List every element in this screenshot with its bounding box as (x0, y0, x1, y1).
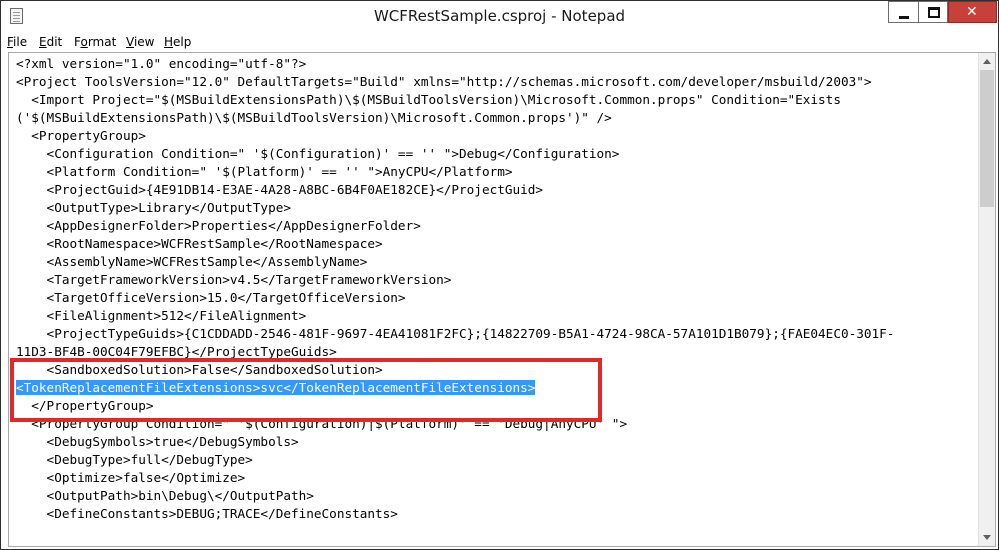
editor-line: <?xml version="1.0" encoding="utf-8"?> (16, 56, 307, 71)
editor-line: <DefineConstants>DEBUG;TRACE</DefineCons… (16, 506, 398, 521)
window-title: WCFRestSample.csproj - Notepad (373, 7, 626, 25)
editor-line: <Configuration Condition=" '$(Configurat… (16, 146, 620, 161)
minimize-icon (899, 16, 909, 19)
editor-line: <Import Project="$(MSBuildExtensionsPath… (16, 92, 841, 107)
menu-edit[interactable]: Edit (39, 35, 62, 49)
close-icon: ✕ (966, 4, 978, 20)
menu-view[interactable]: View (126, 35, 154, 49)
editor-line: <Platform Condition=" '$(Platform)' == '… (16, 164, 513, 179)
menu-bar: File Edit Format View Help (1, 32, 998, 52)
scroll-up-arrow-icon[interactable] (979, 53, 995, 70)
editor-line: <FileAlignment>512</FileAlignment> (16, 308, 307, 323)
editor-line: <Optimize>false</Optimize> (16, 470, 246, 485)
editor-line: <Project ToolsVersion="12.0" DefaultTarg… (16, 74, 872, 89)
notepad-window: WCFRestSample.csproj - Notepad ✕ File Ed… (0, 0, 999, 550)
scrollbar-thumb[interactable] (980, 70, 994, 207)
editor-line: </PropertyGroup> (16, 398, 154, 413)
menu-file[interactable]: File (7, 35, 27, 49)
editor-line: <TargetFrameworkVersion>v4.5</TargetFram… (16, 272, 452, 287)
editor-line: ('$(MSBuildExtensionsPath)\$(MSBuildTool… (16, 110, 612, 125)
editor-line: <AssemblyName>WCFRestSample</AssemblyNam… (16, 254, 368, 269)
menu-help[interactable]: Help (164, 35, 191, 49)
editor-line: <ProjectGuid>{4E91DB14-E3AE-4A28-A8BC-6B… (16, 182, 544, 197)
menu-format[interactable]: Format (74, 35, 116, 49)
editor-line: <RootNamespace>WCFRestSample</RootNamesp… (16, 236, 383, 251)
editor-line: <OutputPath>bin\Debug\</OutputPath> (16, 488, 314, 503)
editor-line: <PropertyGroup Condition=" '$(Configurat… (16, 416, 628, 431)
scroll-down-arrow-icon[interactable] (979, 529, 995, 546)
maximize-button[interactable] (918, 1, 948, 23)
maximize-icon (928, 7, 940, 18)
editor-line: <OutputType>Library</OutputType> (16, 200, 291, 215)
editor-line: <PropertyGroup> (16, 128, 146, 143)
editor-line: <SandboxedSolution>False</SandboxedSolut… (16, 362, 383, 377)
text-editor[interactable]: <?xml version="1.0" encoding="utf-8"?> <… (8, 52, 996, 547)
text-selection: <TokenReplacementFileExtensions>svc</Tok… (16, 380, 536, 395)
editor-line: <DebugType>full</DebugType> (16, 452, 253, 467)
editor-line: <TargetOfficeVersion>15.0</TargetOfficeV… (16, 290, 406, 305)
close-button[interactable]: ✕ (948, 1, 997, 23)
editor-line: <AppDesignerFolder>Properties</AppDesign… (16, 218, 421, 233)
editor-line: <DebugSymbols>true</DebugSymbols> (16, 434, 299, 449)
editor-line: <ProjectTypeGuids>{C1CDDADD-2546-481F-96… (16, 326, 895, 341)
selected-line: <TokenReplacementFileExtensions>svc</Tok… (16, 379, 974, 397)
title-bar[interactable]: WCFRestSample.csproj - Notepad ✕ (1, 1, 998, 31)
vertical-scrollbar[interactable] (978, 53, 995, 546)
editor-line: 11D3-BF4B-00C04F79EFBC}</ProjectTypeGuid… (16, 344, 337, 359)
editor-text[interactable]: <?xml version="1.0" encoding="utf-8"?> <… (16, 55, 974, 545)
minimize-button[interactable] (888, 1, 918, 23)
